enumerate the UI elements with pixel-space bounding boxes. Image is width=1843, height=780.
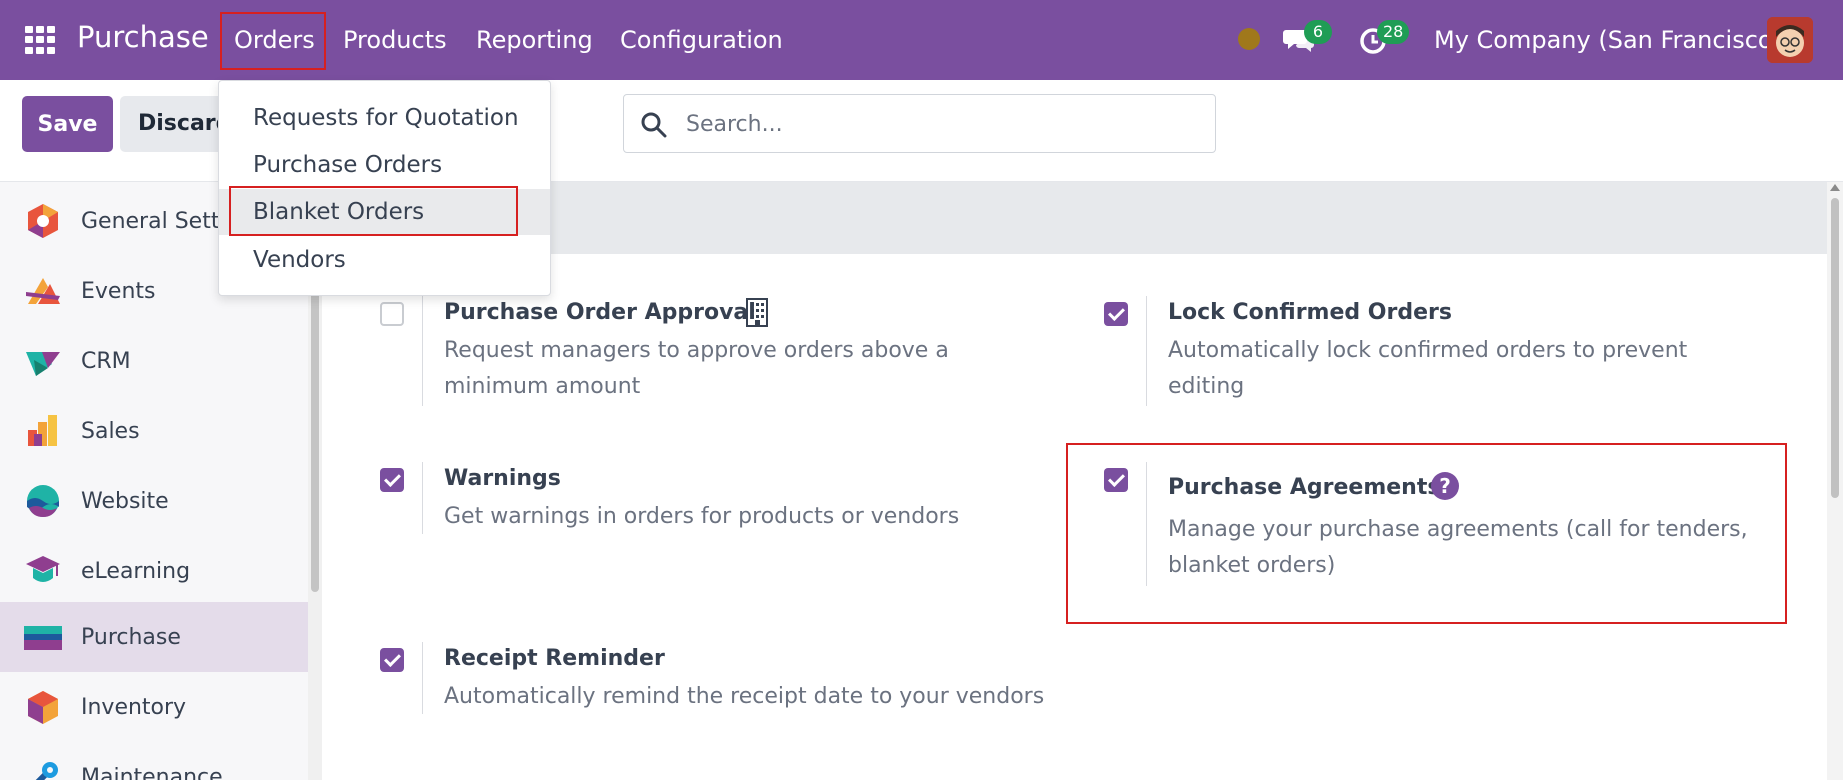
menu-item-requests-for-quotation[interactable]: Requests for Quotation xyxy=(219,95,550,141)
sidebar-item-purchase[interactable]: Purchase xyxy=(0,602,308,672)
setting-description: Automatically remind the receipt date to… xyxy=(444,684,1045,709)
events-icon xyxy=(26,278,60,304)
sidebar-item-sales[interactable]: Sales xyxy=(0,396,308,466)
divider xyxy=(1146,296,1147,406)
purchase-agreements-checkbox[interactable] xyxy=(1104,468,1128,492)
blanket-orders-highlight xyxy=(229,186,518,236)
inventory-icon xyxy=(28,691,58,724)
setting-title: Lock Confirmed Orders xyxy=(1168,300,1452,325)
company-switcher[interactable]: My Company (San Francisco) xyxy=(1434,26,1782,54)
website-icon xyxy=(27,485,59,517)
sidebar-item-label: eLearning xyxy=(81,558,191,584)
app-name[interactable]: Purchase xyxy=(77,20,209,54)
menu-item-purchase-orders[interactable]: Purchase Orders xyxy=(219,142,550,188)
setting-title: Purchase Agreements xyxy=(1168,475,1441,500)
sidebar-item-label: Purchase xyxy=(81,624,181,650)
menu-orders[interactable]: Orders xyxy=(234,26,315,54)
menu-products[interactable]: Products xyxy=(343,26,447,54)
general-settings-icon xyxy=(28,204,58,238)
sidebar-item-label: Maintenance xyxy=(81,764,223,780)
setting-description: Get warnings in orders for products or v… xyxy=(444,504,960,529)
warnings-checkbox[interactable] xyxy=(380,468,404,492)
search-input[interactable] xyxy=(686,108,1186,140)
chat-count-badge: 6 xyxy=(1304,20,1332,44)
sidebar-item-label: Website xyxy=(81,488,169,514)
crm-icon xyxy=(26,352,60,376)
menu-reporting[interactable]: Reporting xyxy=(476,26,593,54)
maintenance-icon xyxy=(35,762,58,780)
user-avatar[interactable] xyxy=(1767,17,1813,63)
setting-description: Automatically lock confirmed orders to p… xyxy=(1168,338,1688,399)
setting-description: Manage your purchase agreements (call fo… xyxy=(1168,517,1748,578)
sidebar-item-elearning[interactable]: eLearning xyxy=(0,536,308,606)
discard-button[interactable]: Discard xyxy=(120,96,230,152)
setting-description: Request managers to approve orders above… xyxy=(444,338,949,399)
top-navbar: Purchase Orders Products Reporting Confi… xyxy=(0,0,1843,80)
sidebar-item-label: Inventory xyxy=(81,694,187,720)
building-icon xyxy=(746,298,768,327)
receipt-reminder-checkbox[interactable] xyxy=(380,648,404,672)
purchase-icon xyxy=(24,626,62,650)
menu-item-vendors[interactable]: Vendors xyxy=(219,237,550,283)
sidebar-item-label: Events xyxy=(81,278,156,304)
status-dot-icon[interactable] xyxy=(1238,28,1260,50)
lock-confirmed-orders-checkbox[interactable] xyxy=(1104,302,1128,326)
divider xyxy=(422,642,423,714)
sidebar-item-maintenance[interactable]: Maintenance xyxy=(0,742,308,780)
purchase-order-approval-checkbox[interactable] xyxy=(380,302,404,326)
divider xyxy=(422,296,423,406)
help-icon[interactable]: ? xyxy=(1431,472,1459,500)
setting-title: Warnings xyxy=(444,466,561,491)
setting-title: Receipt Reminder xyxy=(444,646,665,671)
activity-count-badge: 28 xyxy=(1377,20,1410,44)
sales-icon xyxy=(28,415,57,446)
setting-title: Purchase Order Approval xyxy=(444,300,756,325)
sidebar-item-crm[interactable]: CRM xyxy=(0,326,308,396)
divider xyxy=(422,462,423,534)
elearning-icon xyxy=(26,556,60,582)
main-scrollbar[interactable] xyxy=(1827,182,1843,780)
sidebar-item-inventory[interactable]: Inventory xyxy=(0,672,308,742)
sidebar-item-label: Sales xyxy=(81,418,140,444)
apps-grid-icon[interactable] xyxy=(25,26,55,54)
menu-configuration[interactable]: Configuration xyxy=(620,26,783,54)
search-box xyxy=(623,94,1216,153)
divider xyxy=(1146,462,1147,586)
sidebar-item-label: CRM xyxy=(81,348,131,374)
sidebar-item-website[interactable]: Website xyxy=(0,466,308,536)
search-icon xyxy=(641,112,667,138)
save-button[interactable]: Save xyxy=(22,96,113,152)
